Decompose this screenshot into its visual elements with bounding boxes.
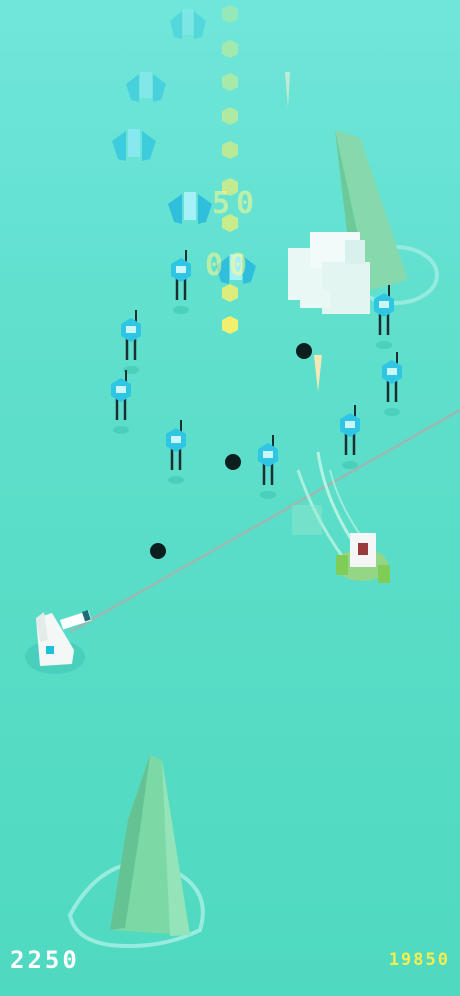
player-turret-icon[interactable] <box>25 610 92 674</box>
coin-icon <box>222 141 238 159</box>
coin-icon <box>222 40 238 58</box>
enemy-fighter <box>168 192 212 224</box>
score-counter: 2250 <box>10 946 80 974</box>
bomb-icon <box>296 343 312 359</box>
game-scene[interactable] <box>0 0 460 996</box>
coin-icon <box>222 5 238 23</box>
enemy-drone-icon <box>166 420 186 484</box>
coin-icon <box>222 73 238 91</box>
missile-icon <box>285 72 290 108</box>
best-score-counter: 19850 <box>388 950 450 970</box>
enemy-fighter <box>112 129 156 161</box>
points-popup: 50 <box>212 186 261 221</box>
enemy-drone-icon <box>171 250 191 314</box>
enemy-drone-icon <box>340 405 360 469</box>
enemy-fighter <box>170 9 206 39</box>
crystal-spire-lower <box>67 755 205 948</box>
laser-beam <box>69 408 460 634</box>
coin-trail <box>222 5 238 334</box>
enemy-drone-icon <box>258 435 278 499</box>
bomb-icon <box>225 454 241 470</box>
explosion-icon <box>288 232 370 314</box>
missile-icon <box>314 355 322 392</box>
player-ship[interactable] <box>292 451 390 583</box>
enemy-drone-icon <box>121 310 141 374</box>
coin-icon <box>222 284 238 302</box>
bomb-icon <box>150 543 166 559</box>
coin-icon <box>222 316 238 334</box>
enemy-drone-icon <box>374 285 394 349</box>
points-popup: 00 <box>205 248 254 283</box>
coin-icon <box>222 107 238 125</box>
enemy-fighter <box>126 72 166 102</box>
enemy-drone-icon <box>111 370 131 434</box>
enemy-drone-icon <box>382 352 402 416</box>
